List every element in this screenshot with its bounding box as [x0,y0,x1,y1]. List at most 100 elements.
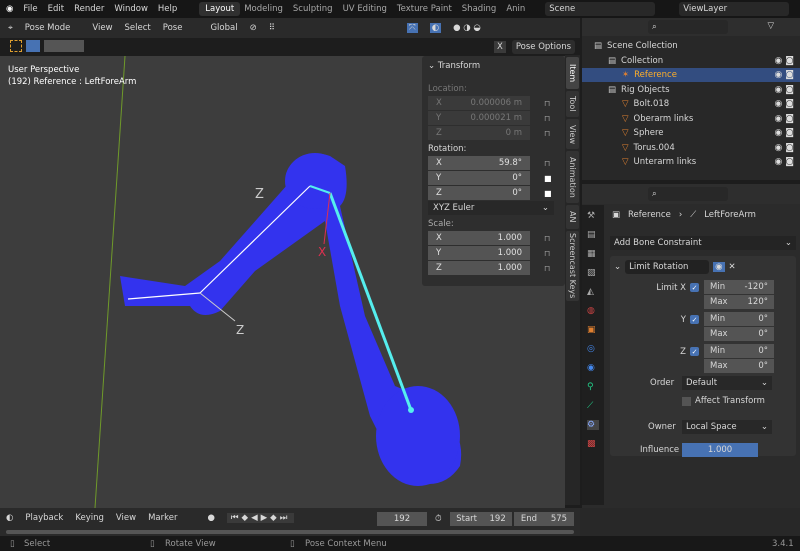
limit-checkbox[interactable]: ✓ [690,347,699,356]
tab-shading[interactable]: Shading [456,2,503,16]
scale-x-field[interactable]: X 1.000 [428,231,530,245]
select-tool-icon[interactable] [10,40,22,52]
unlock-icon[interactable]: ⊓ [544,114,550,123]
limit-checkbox[interactable]: ✓ [690,315,699,324]
visibility-icon[interactable]: ◉ ◙ [775,128,794,138]
mode-selector[interactable]: Pose Mode [25,23,71,33]
unlock-icon[interactable]: ⊓ [544,159,550,168]
gizmo-toggle-icon[interactable]: ⤧ [406,23,418,33]
view-layer-selector[interactable]: ViewLayer [679,2,790,16]
bone-constraint-tab-icon[interactable]: ⚙ [587,420,599,430]
orientation-selector[interactable]: Global [210,23,237,33]
unlock-icon[interactable]: ⊓ [544,234,550,243]
location-z-field[interactable]: Z0 m [428,126,530,140]
shading-solid-icon[interactable]: ● ◑ ◒ [453,23,481,33]
limit-max-field[interactable]: Max 120° [704,295,774,309]
owner-space-dropdown[interactable]: Local Space ⌄ [682,420,772,434]
outliner-item[interactable]: ▽ Bolt.018 ◉ ◙ [582,97,800,111]
select-mode-icons[interactable] [26,40,40,52]
tab-uv-editing[interactable]: UV Editing [337,2,393,16]
bone-tab-icon[interactable]: ⟋ [587,401,599,411]
overlay-toggle-icon[interactable]: ◐ [429,23,442,33]
delete-icon[interactable]: ✕ [729,262,736,272]
menu-select[interactable]: Select [125,23,151,33]
select-extend-icon[interactable] [44,40,84,52]
render-tab-icon[interactable]: ▤ [587,230,599,240]
record-icon[interactable]: ● [207,513,214,523]
constraint-name-field[interactable]: Limit Rotation [625,260,710,274]
outliner-item[interactable]: ▤ Collection ◉ ◙ [582,54,800,68]
limit-min-field[interactable]: Min -120° [704,280,774,294]
tab-tool[interactable]: Tool [566,91,579,117]
tab-texture-paint[interactable]: Texture Paint [391,2,458,16]
pose-options-dropdown[interactable]: Pose Options [511,40,576,54]
outliner-item[interactable]: ▤ Rig Objects ◉ ◙ [582,83,800,97]
scene-selector[interactable]: Scene [545,2,656,16]
location-x-field[interactable]: X 0.000006 m [428,96,530,110]
view-layer-tab-icon[interactable]: ▧ [587,268,599,278]
unlock-icon[interactable]: ⊓ [544,99,550,108]
tab-layout[interactable]: Layout [199,2,241,16]
visibility-icon[interactable]: ◉ ◙ [775,85,794,95]
collapse-icon[interactable]: ⌄ [614,262,621,272]
properties-search[interactable]: ⌕ [648,187,728,201]
limit-checkbox[interactable]: ✓ [690,283,699,292]
object-tab-icon[interactable]: ▣ [587,325,599,335]
outliner-item[interactable]: ▽ Oberarm links ◉ ◙ [582,112,800,126]
x-mirror-toggle[interactable]: X [494,41,506,53]
limit-max-field[interactable]: Max 0° [704,359,774,373]
tab-animation[interactable]: Anin [500,2,531,16]
scale-z-field[interactable]: Z 1.000 [428,261,530,275]
current-frame-field[interactable]: 192 [377,512,427,526]
output-tab-icon[interactable]: ▦ [587,249,599,259]
collapse-icon[interactable]: ⌄ [428,61,438,71]
tab-item[interactable]: Item [566,57,579,89]
tab-view[interactable]: View [566,119,579,149]
rotation-z-field[interactable]: Z 0° [428,186,530,200]
menu-view[interactable]: View [116,513,136,523]
add-bone-constraint-dropdown[interactable]: Add Bone Constraint ⌄ [610,236,796,250]
visibility-icon[interactable]: ◉ ◙ [775,143,794,153]
outliner-search[interactable]: ⌕ [648,20,728,34]
rotation-x-field[interactable]: X 59.8° [428,156,530,170]
modifier-tab-icon[interactable]: ◎ [587,344,599,354]
start-frame-field[interactable]: Start 192 [450,512,512,526]
tab-sculpting[interactable]: Sculpting [287,2,339,16]
menu-keying[interactable]: Keying [75,513,104,523]
tab-an[interactable]: AN [566,205,579,229]
timeline-scrollbar[interactable] [6,530,574,534]
visibility-icon[interactable]: ◉ ◙ [775,70,794,80]
unlock-icon[interactable]: ⊓ [544,249,550,258]
blender-logo-icon[interactable]: ◉ [6,4,13,14]
scale-y-field[interactable]: Y 1.000 [428,246,530,260]
visibility-icon[interactable]: ◉ ◙ [775,99,794,109]
editor-type-icon[interactable]: ⌖ [8,23,13,33]
playback-controls[interactable]: ⏮◆◀▶◆⏭ [226,513,295,523]
transform-title[interactable]: Transform [438,61,480,71]
menu-pose[interactable]: Pose [163,23,183,33]
unlock-icon[interactable]: ⊓ [544,129,550,138]
menu-window[interactable]: Window [114,4,148,14]
tab-animation[interactable]: Animation [566,151,579,203]
armature-tab-icon[interactable]: ⚲ [587,382,599,392]
tab-modeling[interactable]: Modeling [238,2,289,16]
limit-min-field[interactable]: Min 0° [704,344,774,358]
visibility-icon[interactable]: ◉ ◙ [775,114,794,124]
stopwatch-icon[interactable]: ⏱ [435,514,442,524]
menu-render[interactable]: Render [74,4,104,14]
texture-tab-icon[interactable]: ▩ [587,439,599,449]
limit-min-field[interactable]: Min 0° [704,312,774,326]
unlock-icon[interactable]: ⊓ [544,264,550,273]
lock-icon[interactable]: ■ [544,189,552,198]
outliner-item[interactable]: ▽ Torus.004 ◉ ◙ [582,141,800,155]
menu-playback[interactable]: Playback [25,513,63,523]
influence-slider[interactable]: 1.000 [682,443,758,457]
location-y-field[interactable]: Y 0.000021 m [428,111,530,125]
visibility-icon[interactable]: ◉ ◙ [775,56,794,66]
menu-help[interactable]: Help [158,4,177,14]
outliner-item[interactable]: ▤ Scene Collection [582,39,800,53]
outliner-item[interactable]: ▽ Unterarm links ◉ ◙ [582,155,800,169]
lock-icon[interactable]: ■ [544,174,552,183]
filter-icon[interactable]: ▽ [767,21,774,31]
visibility-icon[interactable]: ◉ ◙ [775,157,794,167]
